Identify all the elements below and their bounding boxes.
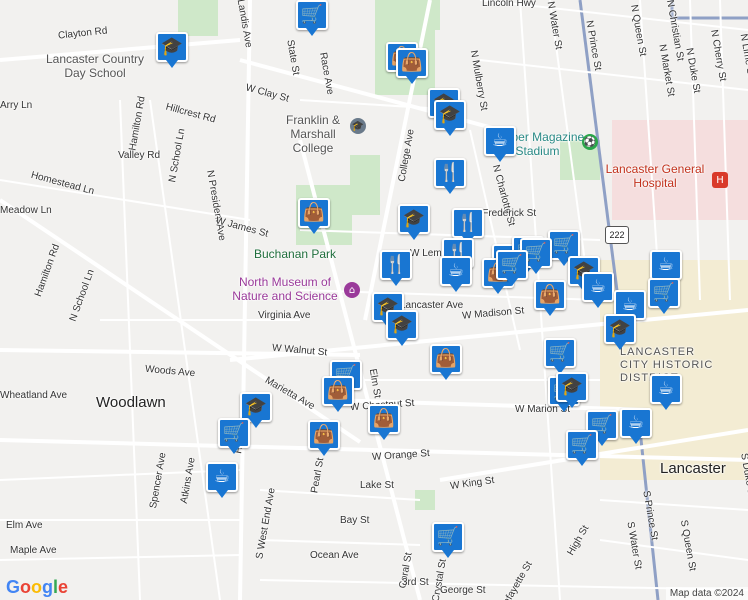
museum-icon: ⌂ bbox=[344, 282, 360, 298]
cart-icon: 🛒 bbox=[552, 234, 576, 255]
street-label: 3rd St bbox=[402, 577, 429, 588]
cafe-marker[interactable]: ☕ bbox=[650, 374, 682, 410]
school-icon: 🎓 bbox=[608, 318, 632, 339]
cafe-marker[interactable]: ☕ bbox=[206, 462, 238, 498]
cart-icon: 🛒 bbox=[500, 254, 524, 275]
street-label: Arry Ln bbox=[0, 100, 33, 111]
bag-marker[interactable]: 👜 bbox=[534, 280, 566, 316]
cart-icon: 🛒 bbox=[436, 526, 460, 547]
school-marker[interactable]: 🎓 bbox=[604, 314, 636, 350]
bag-marker[interactable]: 👜 bbox=[430, 344, 462, 380]
school-icon: 🎓 bbox=[160, 36, 184, 57]
map-attribution: Map data ©2024 bbox=[665, 587, 748, 600]
street-label: Maple Ave bbox=[10, 545, 57, 556]
school-marker[interactable]: 🎓 bbox=[556, 372, 588, 408]
bag-marker[interactable]: 👜 bbox=[396, 48, 428, 84]
bag-icon: 👜 bbox=[538, 284, 562, 305]
place-label-museum[interactable]: North Museum of Nature and Science bbox=[220, 275, 350, 303]
street-label: Wheatland Ave bbox=[0, 390, 68, 401]
street-label: Lincoln Hwy bbox=[482, 0, 536, 9]
place-label-city: Lancaster bbox=[660, 460, 726, 477]
place-label-hospital[interactable]: Lancaster General Hospital bbox=[600, 162, 710, 190]
restaurant-marker[interactable]: 🍴 bbox=[380, 250, 412, 286]
school-icon: 🎓 bbox=[402, 208, 426, 229]
cart-marker[interactable]: 🛒 bbox=[496, 250, 528, 286]
street-label: Meadow Ln bbox=[0, 205, 52, 216]
school-marker[interactable]: 🎓 bbox=[434, 100, 466, 136]
college-icon: 🎓 bbox=[350, 118, 366, 134]
school-icon: 🎓 bbox=[244, 396, 268, 417]
hospital-icon: H bbox=[712, 172, 728, 188]
route-shield: 222 bbox=[605, 226, 629, 244]
cafe-marker[interactable]: ☕ bbox=[484, 126, 516, 162]
bag-marker[interactable]: 👜 bbox=[322, 376, 354, 412]
cafe-icon: ☕ bbox=[621, 294, 639, 315]
cafe-marker[interactable]: ☕ bbox=[440, 256, 472, 292]
school-icon: 🎓 bbox=[438, 104, 462, 125]
school-icon: 🎓 bbox=[560, 376, 584, 397]
cafe-icon: ☕ bbox=[657, 254, 675, 275]
cart-icon: 🛒 bbox=[524, 242, 548, 263]
school-marker[interactable]: 🎓 bbox=[398, 204, 430, 240]
stadium-icon: ⚽ bbox=[582, 134, 598, 150]
street-label: George St bbox=[440, 585, 486, 596]
street-label: Valley Rd bbox=[118, 150, 161, 161]
bag-icon: 👜 bbox=[400, 52, 424, 73]
street-label: Ocean Ave bbox=[310, 550, 359, 561]
place-label-woodlawn: Woodlawn bbox=[96, 394, 166, 411]
cafe-icon: ☕ bbox=[491, 130, 509, 151]
cafe-icon: ☕ bbox=[589, 276, 607, 297]
cart-marker[interactable]: 🛒 bbox=[432, 522, 464, 558]
school-marker[interactable]: 🎓 bbox=[156, 32, 188, 68]
bag-icon: 👜 bbox=[312, 424, 336, 445]
cafe-icon: ☕ bbox=[213, 466, 231, 487]
restaurant-icon: 🍴 bbox=[438, 162, 462, 183]
street-label: Virginia Ave bbox=[258, 310, 311, 321]
cart-marker[interactable]: 🛒 bbox=[566, 430, 598, 466]
cafe-icon: ☕ bbox=[627, 412, 645, 433]
bag-marker[interactable]: 👜 bbox=[308, 420, 340, 456]
place-label-college[interactable]: Franklin & Marshall College bbox=[278, 113, 348, 155]
cart-marker[interactable]: 🛒 bbox=[544, 338, 576, 374]
cart-marker[interactable]: 🛒 bbox=[296, 0, 328, 36]
restaurant-icon: 🍴 bbox=[456, 212, 480, 233]
bag-marker[interactable]: 👜 bbox=[298, 198, 330, 234]
bag-icon: 👜 bbox=[326, 380, 350, 401]
cafe-icon: ☕ bbox=[657, 378, 675, 399]
cart-icon: 🛒 bbox=[570, 434, 594, 455]
cart-icon: 🛒 bbox=[300, 4, 324, 25]
street-label: Bay St bbox=[340, 515, 370, 526]
cafe-icon: ☕ bbox=[447, 260, 465, 281]
cart-icon: 🛒 bbox=[652, 282, 676, 303]
school-marker[interactable]: 🎓 bbox=[386, 310, 418, 346]
cafe-marker[interactable]: ☕ bbox=[620, 408, 652, 444]
school-icon: 🎓 bbox=[390, 314, 414, 335]
cart-icon: 🛒 bbox=[222, 422, 246, 443]
cart-marker[interactable]: 🛒 bbox=[648, 278, 680, 314]
google-logo: Google bbox=[6, 577, 69, 597]
cart-icon: 🛒 bbox=[548, 342, 572, 363]
place-label-park[interactable]: Buchanan Park bbox=[254, 247, 336, 261]
map-canvas[interactable]: Clayton Rd Landis Ave State St Race Ave … bbox=[0, 0, 748, 600]
bag-icon: 👜 bbox=[434, 348, 458, 369]
bag-icon: 👜 bbox=[372, 408, 396, 429]
bag-marker[interactable]: 👜 bbox=[368, 404, 400, 440]
restaurant-marker[interactable]: 🍴 bbox=[434, 158, 466, 194]
restaurant-icon: 🍴 bbox=[384, 254, 408, 275]
cart-marker[interactable]: 🛒 bbox=[218, 418, 250, 454]
street-label: Elm Ave bbox=[6, 520, 43, 531]
place-label-day-school[interactable]: Lancaster Country Day School bbox=[35, 52, 155, 80]
bag-icon: 👜 bbox=[302, 202, 326, 223]
cafe-marker[interactable]: ☕ bbox=[582, 272, 614, 308]
street-label: Lake St bbox=[360, 480, 394, 491]
